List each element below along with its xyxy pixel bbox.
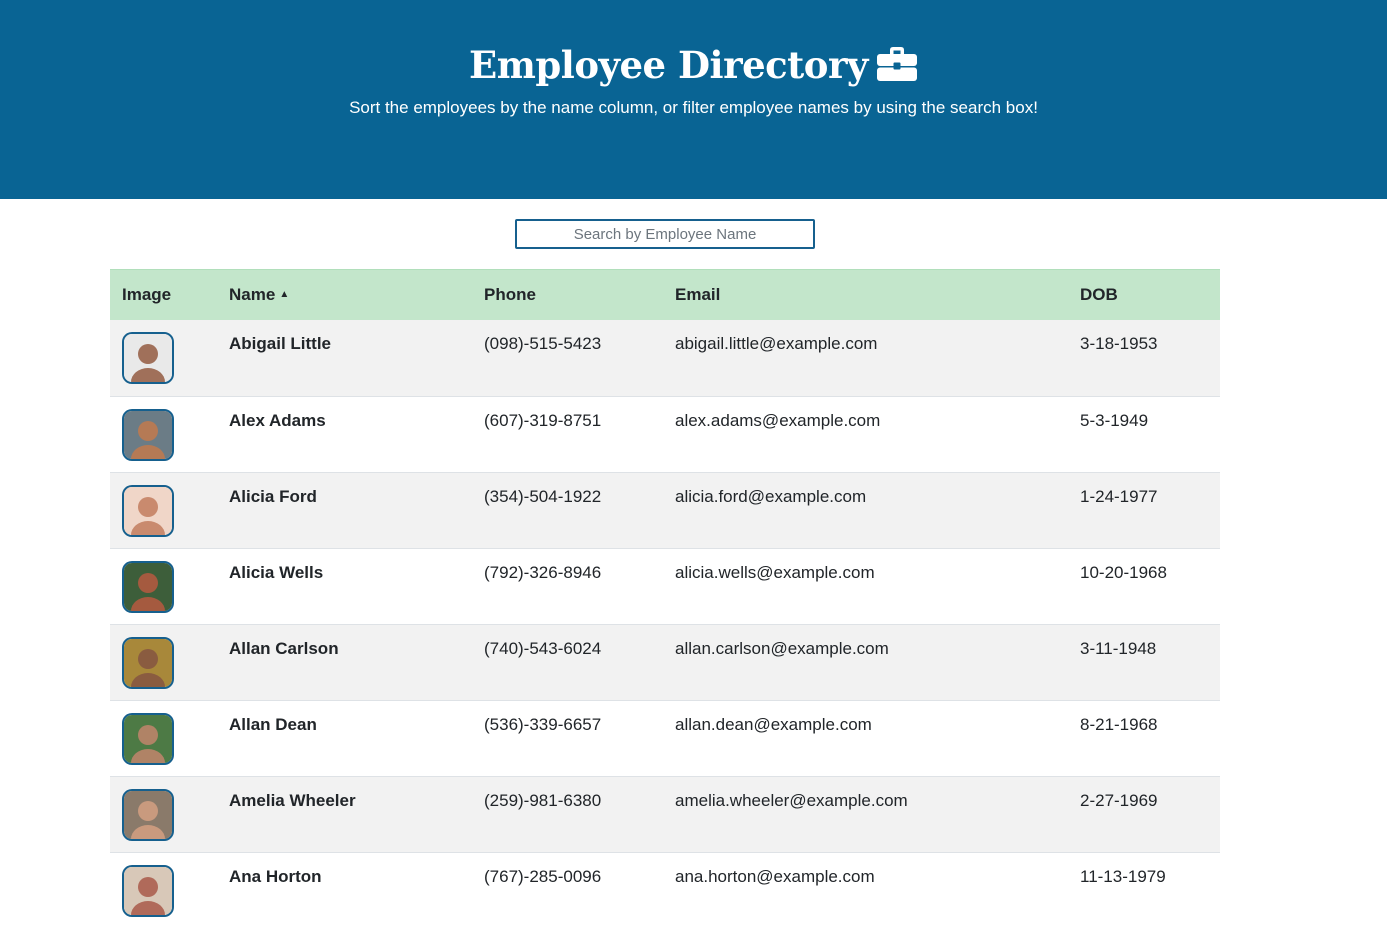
table-header-row: Image Name ▲ Phone Email DOB [110, 269, 1220, 320]
cell-image [110, 623, 217, 700]
cell-name: Amelia Wheeler [217, 775, 472, 852]
cell-phone: (740)-543-6024 [472, 623, 663, 700]
table-row: Allan Dean (536)-339-6657 allan.dean@examp… [110, 699, 1220, 776]
cell-phone: (607)-319-8751 [472, 395, 663, 472]
column-header-name[interactable]: Name ▲ [217, 269, 472, 320]
cell-image [110, 699, 217, 776]
column-header-image: Image [110, 269, 217, 320]
column-header-label: Name [229, 285, 276, 304]
cell-dob: 5-3-1949 [1068, 395, 1220, 472]
cell-image [110, 471, 217, 548]
cell-name: Alicia Wells [217, 547, 472, 624]
cell-name: Allan Dean [217, 699, 472, 776]
column-header-phone: Phone [472, 269, 663, 320]
avatar [122, 408, 174, 461]
cell-name: Alex Adams [217, 395, 472, 472]
cell-dob: 3-18-1953 [1068, 320, 1220, 396]
cell-email: allan.carlson@example.com [663, 623, 1068, 700]
column-header-label: DOB [1080, 285, 1118, 304]
cell-email: ana.horton@example.com [663, 851, 1068, 928]
cell-phone: (354)-504-1922 [472, 471, 663, 548]
table-row: Alicia Ford (354)-504-1922 alicia.ford@exa… [110, 471, 1220, 548]
cell-email: alicia.wells@example.com [663, 547, 1068, 624]
caret-up-icon[interactable]: ▲ [279, 289, 289, 300]
briefcase-icon [876, 44, 918, 81]
cell-email: amelia.wheeler@example.com [663, 775, 1068, 852]
search-area [515, 219, 815, 249]
table-row: Alex Adams (607)-319-8751 alex.adams@examp… [110, 395, 1220, 472]
column-header-label: Phone [484, 285, 536, 304]
cell-phone: (792)-326-8946 [472, 547, 663, 624]
page-title: Employee Directory [0, 40, 1387, 90]
avatar [122, 484, 174, 537]
column-header-dob: DOB [1068, 269, 1220, 320]
table-row: Abigail Little (098)-515-5423 abigail.litt… [110, 320, 1220, 396]
column-header-label: Email [675, 285, 721, 304]
cell-name: Allan Carlson [217, 623, 472, 700]
cell-image [110, 547, 217, 624]
avatar [122, 332, 174, 384]
cell-image [110, 320, 217, 396]
page-title-text: Employee Directory [469, 43, 868, 87]
table-row: Amelia Wheeler (259)-981-6380 amelia.wheel… [110, 775, 1220, 852]
search-input[interactable] [515, 219, 815, 249]
table-row: Ana Horton (767)-285-0096 ana.horton@examp… [110, 851, 1220, 928]
cell-phone: (536)-339-6657 [472, 699, 663, 776]
cell-name: Alicia Ford [217, 471, 472, 548]
cell-phone: (098)-515-5423 [472, 320, 663, 396]
cell-email: alicia.ford@example.com [663, 471, 1068, 548]
avatar [122, 864, 174, 917]
avatar [122, 712, 174, 765]
avatar [122, 788, 174, 841]
table-header: Image Name ▲ Phone Email DOB [110, 269, 1220, 320]
table-row: Alicia Wells (792)-326-8946 alicia.wells@e… [110, 547, 1220, 624]
cell-dob: 2-27-1969 [1068, 775, 1220, 852]
cell-name: Ana Horton [217, 851, 472, 928]
cell-dob: 1-24-1977 [1068, 471, 1220, 548]
cell-name: Abigail Little [217, 320, 472, 396]
cell-image [110, 851, 217, 928]
page-header: Employee Directory Sort the employees by… [0, 0, 1387, 199]
avatar [122, 560, 174, 613]
column-header-email: Email [663, 269, 1068, 320]
column-header-label: Image [122, 285, 172, 304]
cell-dob: 3-11-1948 [1068, 623, 1220, 700]
cell-phone: (259)-981-6380 [472, 775, 663, 852]
cell-email: abigail.little@example.com [663, 320, 1068, 396]
avatar [122, 636, 174, 689]
cell-email: alex.adams@example.com [663, 395, 1068, 472]
employee-table: Image Name ▲ Phone Email DOB Abigail Litt… [110, 269, 1220, 928]
table-row: Allan Carlson (740)-543-6024 allan.carlson… [110, 623, 1220, 700]
cell-dob: 11-13-1979 [1068, 851, 1220, 928]
page-subtitle: Sort the employees by the name column, o… [349, 98, 1038, 117]
cell-email: allan.dean@example.com [663, 699, 1068, 776]
cell-image [110, 395, 217, 472]
cell-dob: 8-21-1968 [1068, 699, 1220, 776]
cell-image [110, 775, 217, 852]
table-body: Abigail Little (098)-515-5423 abigail.litt… [110, 320, 1220, 928]
cell-phone: (767)-285-0096 [472, 851, 663, 928]
cell-dob: 10-20-1968 [1068, 547, 1220, 624]
